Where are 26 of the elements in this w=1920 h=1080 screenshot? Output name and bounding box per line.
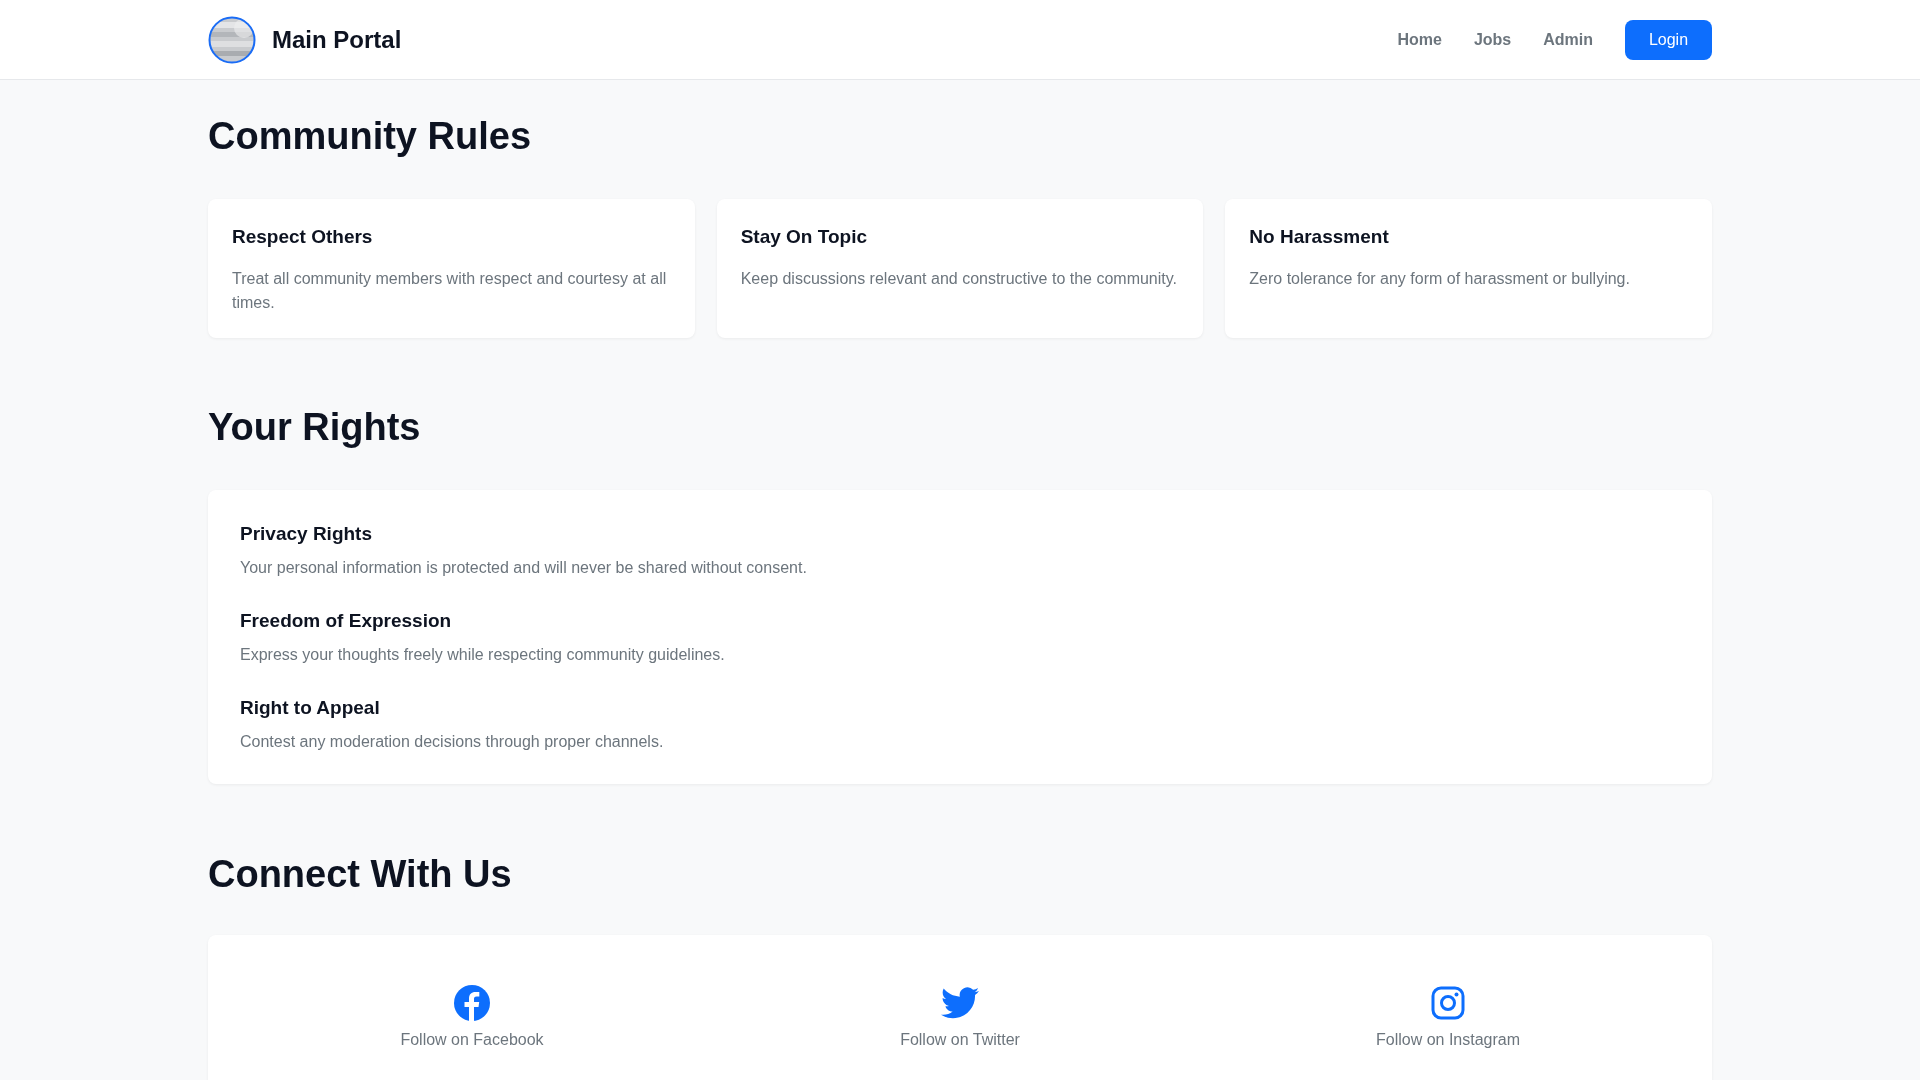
right-title: Right to Appeal (240, 697, 381, 719)
card-title: Respect Others (232, 226, 374, 248)
card-text: Keep discussions relevant and constructive to the community. (740, 269, 1179, 289)
card-text: Treat all community members with respect and courtesy at all times. (232, 269, 668, 313)
right-title: Privacy Rights (240, 523, 373, 545)
right-text: Your personal information is protected and will never be shared without consent. (240, 558, 808, 578)
card-text: Zero tolerance for any form of harassment or bullying. (1249, 269, 1631, 289)
section-heading: Your Rights (208, 405, 422, 450)
social-link[interactable]: Follow on Twitter (900, 1031, 1020, 1049)
login-button[interactable]: Login (1625, 19, 1712, 60)
social-link[interactable]: Follow on Instagram (1375, 1031, 1521, 1049)
card-title: Stay On Topic (740, 226, 868, 248)
section-heading: Connect With Us (208, 852, 513, 897)
instagram-icon[interactable] (1431, 986, 1465, 1020)
facebook-icon[interactable] (454, 985, 490, 1021)
brand-name: Main Portal (272, 25, 402, 54)
card-title: No Harassment (1249, 226, 1390, 248)
right-text: Express your thoughts freely while respecting community guidelines. (240, 645, 726, 665)
section-heading: Community Rules (208, 114, 533, 159)
nav-link[interactable]: Jobs (1473, 30, 1512, 49)
nav-link[interactable]: Admin (1543, 30, 1593, 49)
right-title: Freedom of Expression (240, 610, 453, 632)
nav-link[interactable]: Home (1397, 30, 1442, 49)
social-link[interactable]: Follow on Facebook (400, 1031, 544, 1049)
bird-icon[interactable] (941, 987, 979, 1019)
right-text: Contest any moderation decisions through proper channels. (240, 732, 665, 752)
